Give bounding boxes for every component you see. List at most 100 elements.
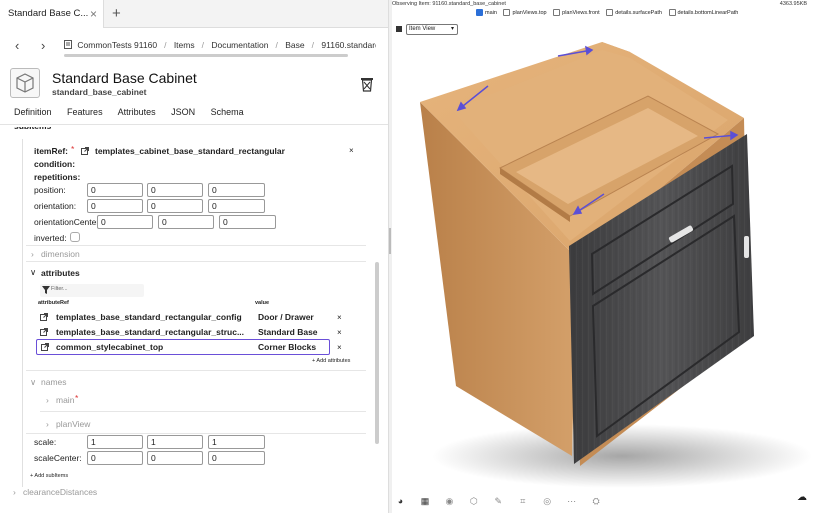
breadcrumb-item[interactable]: Documentation — [211, 40, 268, 50]
tab-features[interactable]: Features — [67, 107, 103, 117]
external-link-icon[interactable] — [41, 343, 49, 351]
chevron-right-icon[interactable]: › — [31, 249, 34, 259]
attribute-ref[interactable]: common_stylecabinet_top — [56, 342, 163, 352]
divider — [26, 433, 366, 434]
breadcrumb-item[interactable]: CommonTests 91160 — [77, 40, 157, 50]
chevron-right-icon[interactable]: › — [13, 487, 16, 497]
remove-icon[interactable]: × — [337, 328, 342, 337]
view-toggle-surface-path[interactable]: details.surfacePath — [606, 9, 662, 16]
target-icon[interactable]: ◎ — [543, 497, 552, 506]
brush-icon[interactable]: ✎ — [494, 497, 503, 506]
scale-x-input[interactable]: 1 — [87, 435, 143, 449]
attribute-value[interactable]: Door / Drawer — [258, 312, 314, 322]
orientation-center-y-input[interactable]: 0 — [158, 215, 214, 229]
view-mode-icon — [396, 26, 402, 32]
orientation-x-input[interactable]: 0 — [87, 199, 143, 213]
editor-scrollbar[interactable] — [375, 262, 379, 444]
external-link-icon[interactable] — [81, 147, 89, 155]
remove-icon[interactable]: × — [337, 343, 342, 352]
checkbox-checked[interactable] — [476, 9, 483, 16]
attribute-value[interactable]: Corner Blocks — [258, 342, 316, 352]
chevron-right-icon[interactable]: › — [46, 419, 49, 429]
dots-grid-icon[interactable]: ⋯ — [567, 497, 576, 506]
position-y-input[interactable]: 0 — [147, 183, 203, 197]
scale-label: scale: — [34, 437, 57, 447]
tab-definition[interactable]: Definition — [14, 107, 52, 117]
back-button[interactable]: ‹ — [15, 36, 19, 56]
subitems-section-label[interactable]: subItems — [14, 127, 51, 131]
scale-z-input[interactable]: 1 — [208, 435, 265, 449]
clearance-section[interactable]: › clearanceDistances — [0, 487, 388, 501]
external-link-icon[interactable] — [40, 328, 48, 336]
orientation-y-input[interactable]: 0 — [147, 199, 203, 213]
clearance-distances-label[interactable]: clearanceDistances — [23, 487, 97, 497]
chevron-down-icon[interactable]: ∨ — [30, 377, 36, 388]
drag-handle[interactable] — [389, 228, 391, 254]
orientation-center-x-input[interactable]: 0 — [97, 215, 153, 229]
breadcrumb-item[interactable]: 91160.standard_base_ca — [321, 40, 376, 50]
divider — [26, 370, 366, 371]
orientation-label: orientation: — [34, 201, 77, 211]
attributes-label[interactable]: attributes — [41, 268, 80, 278]
3d-viewer-pane: Observing Item: 91160.standard_base_cabi… — [392, 0, 815, 513]
chevron-right-icon[interactable]: › — [46, 395, 49, 405]
main-label[interactable]: main — [56, 395, 74, 405]
tab-schema[interactable]: Schema — [211, 107, 244, 117]
breadcrumb-item[interactable]: Base — [285, 40, 304, 50]
scale-center-z-input[interactable]: 0 — [208, 451, 265, 465]
remove-icon[interactable]: × — [349, 146, 354, 155]
close-icon[interactable]: × — [90, 0, 97, 28]
orientation-z-input[interactable]: 0 — [208, 199, 265, 213]
dimension-label[interactable]: dimension — [41, 249, 80, 259]
inverted-checkbox[interactable] — [70, 232, 80, 242]
view-toggle-bottom-linear-path[interactable]: details.bottomLinearPath — [668, 9, 738, 16]
add-tab-button[interactable]: + — [112, 4, 121, 24]
view-toggle-main[interactable]: main — [476, 9, 497, 16]
checkbox[interactable] — [668, 9, 676, 16]
scale-center-y-input[interactable]: 0 — [147, 451, 203, 465]
checkbox[interactable] — [503, 9, 511, 16]
scale-center-x-input[interactable]: 0 — [87, 451, 143, 465]
inverted-label: inverted: — [34, 233, 67, 243]
grid-icon[interactable]: ▦ — [420, 497, 430, 506]
page-subtitle: standard_base_cabinet — [52, 87, 147, 97]
view-select[interactable]: Item View ▾ — [406, 24, 458, 35]
names-label[interactable]: names — [41, 377, 67, 387]
attribute-ref[interactable]: templates_base_standard_rectangular_stru… — [56, 327, 244, 337]
condition-label: condition: — [34, 159, 76, 169]
orientation-center-z-input[interactable]: 0 — [219, 215, 276, 229]
attribute-ref[interactable]: templates_base_standard_rectangular_conf… — [56, 312, 242, 322]
position-z-input[interactable]: 0 — [208, 183, 265, 197]
forward-button[interactable]: › — [41, 36, 45, 56]
attribute-value[interactable]: Standard Base — [258, 327, 318, 337]
position-x-input[interactable]: 0 — [87, 183, 143, 197]
remove-icon[interactable]: × — [337, 313, 342, 322]
scale-y-input[interactable]: 1 — [147, 435, 203, 449]
view-toggle-planviews-front[interactable]: planViews.front — [553, 9, 600, 16]
checkbox[interactable] — [553, 9, 561, 16]
view-toggle-planviews-top[interactable]: planViews.top — [503, 9, 547, 16]
breadcrumb-scrollbar[interactable] — [64, 54, 348, 57]
itemref-value[interactable]: templates_cabinet_base_standard_rectangu… — [95, 146, 285, 156]
cloud-icon[interactable]: ☁ — [797, 492, 807, 503]
circle-icon[interactable]: ◉ — [445, 497, 454, 506]
required-marker: * — [75, 393, 79, 403]
external-link-icon[interactable] — [40, 313, 48, 321]
item-editor-pane: Standard Base C... × + ‹ › CommonTests 9… — [0, 0, 388, 513]
breadcrumb-item[interactable]: Items — [174, 40, 195, 50]
cube-icon[interactable]: ⬡ — [469, 497, 478, 506]
trash-icon[interactable] — [360, 76, 374, 92]
planview-label[interactable]: planView — [56, 419, 90, 429]
palette-icon[interactable]: ◕ — [396, 497, 405, 506]
network-icon[interactable]: ⛭ — [592, 497, 601, 506]
chevron-down-icon[interactable]: ∨ — [30, 267, 36, 278]
filter-input[interactable]: Filter... — [40, 284, 144, 297]
crop-icon[interactable]: ⌗ — [518, 497, 527, 506]
tab-standard-base-cabinet[interactable]: Standard Base C... × — [0, 0, 104, 28]
tab-attributes[interactable]: Attributes — [118, 107, 156, 117]
add-subitems-button[interactable]: + Add subItems — [30, 473, 68, 479]
cabinet-3d-view[interactable] — [392, 36, 815, 488]
tab-json[interactable]: JSON — [171, 107, 195, 117]
checkbox[interactable] — [606, 9, 614, 16]
add-attributes-button[interactable]: + Add attributes — [312, 358, 350, 364]
